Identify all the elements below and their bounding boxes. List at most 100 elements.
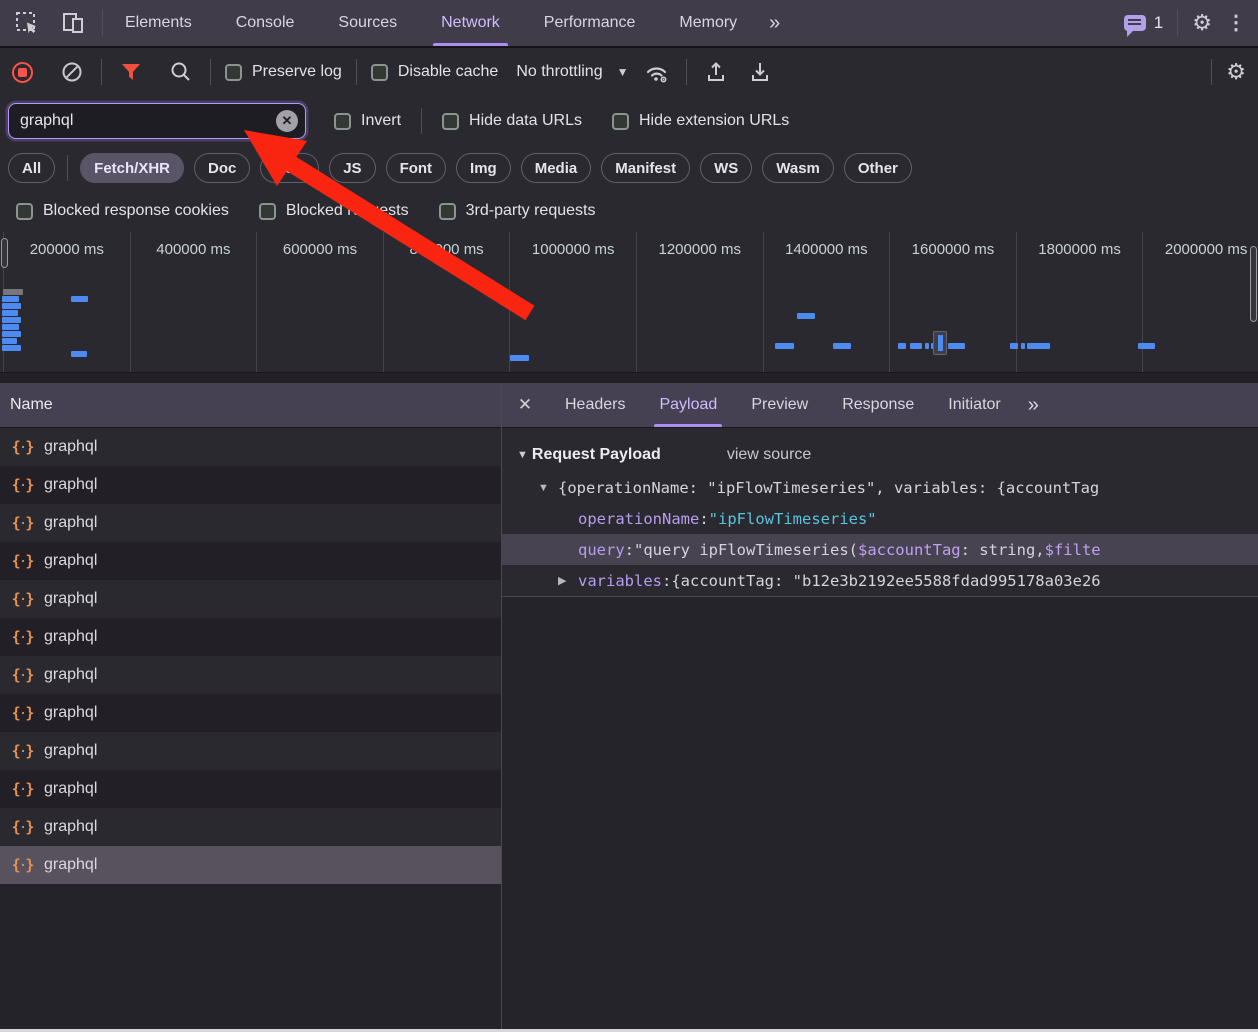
- payload-row[interactable]: ▶variables: {accountTag: "b12e3b2192ee55…: [502, 565, 1258, 596]
- table-row[interactable]: {·}graphql: [0, 846, 501, 884]
- checkbox-label: Hide extension URLs: [639, 112, 789, 130]
- close-icon[interactable]: ✕: [502, 383, 548, 427]
- divider: [421, 108, 422, 134]
- clear-filter-icon[interactable]: ✕: [276, 110, 298, 132]
- more-options-icon[interactable]: ⋮: [1226, 13, 1246, 33]
- devtools-tab-bar: ElementsConsoleSourcesNetworkPerformance…: [0, 0, 1258, 48]
- checkbox[interactable]: [439, 203, 456, 220]
- checkbox[interactable]: [442, 113, 459, 130]
- table-row[interactable]: {·}graphql: [0, 618, 501, 656]
- checkbox[interactable]: [16, 203, 33, 220]
- tab-performance[interactable]: Performance: [522, 0, 658, 46]
- filter-chip-manifest[interactable]: Manifest: [601, 153, 690, 183]
- tab-elements[interactable]: Elements: [103, 0, 214, 46]
- chevron-down-icon: ▼: [617, 65, 629, 79]
- settings-gear-icon[interactable]: ⚙: [1192, 12, 1212, 34]
- disclosure-down-icon[interactable]: ▼: [517, 449, 528, 461]
- tab-initiator[interactable]: Initiator: [931, 383, 1017, 427]
- hide-data-urls-toggle[interactable]: Hide data URLs: [442, 112, 582, 130]
- disclosure-icon[interactable]: ▶: [558, 574, 578, 587]
- disclosure-icon[interactable]: ▼: [538, 482, 558, 494]
- payload-text: operationName: [578, 510, 699, 528]
- more-tabs-icon[interactable]: »: [759, 0, 788, 46]
- overview-bottom-strip: [0, 372, 1258, 383]
- invert-toggle[interactable]: Invert: [334, 112, 401, 130]
- tab-response[interactable]: Response: [825, 383, 931, 427]
- payload-text: : string,: [961, 541, 1045, 559]
- overview-right-handle[interactable]: [1250, 246, 1257, 322]
- toolbar-right-group: 1 ⚙ ⋮: [1124, 0, 1258, 46]
- filter-input[interactable]: [8, 103, 306, 139]
- throttling-dropdown[interactable]: No throttling ▼: [516, 63, 628, 81]
- payload-title: Request Payload: [532, 446, 661, 464]
- checkbox[interactable]: [259, 203, 276, 220]
- payload-text: $filte: [1045, 541, 1101, 559]
- table-row[interactable]: {·}graphql: [0, 808, 501, 846]
- tab-payload[interactable]: Payload: [642, 383, 734, 427]
- table-row[interactable]: {·}graphql: [0, 542, 501, 580]
- network-settings-gear-icon[interactable]: ⚙: [1226, 61, 1246, 83]
- search-icon[interactable]: [166, 57, 196, 87]
- record-network-log-icon[interactable]: [12, 62, 33, 83]
- name-column-header[interactable]: Name: [0, 383, 501, 428]
- network-conditions-icon[interactable]: [642, 57, 672, 87]
- payload-row[interactable]: query: "query ipFlowTimeseries($accountT…: [502, 534, 1258, 565]
- payload-text: $accountTag: [858, 541, 961, 559]
- device-toolbar-icon[interactable]: [58, 8, 88, 38]
- preserve-log-toggle[interactable]: Preserve log: [225, 63, 342, 81]
- table-row[interactable]: {·}graphql: [0, 428, 501, 466]
- table-row[interactable]: {·}graphql: [0, 504, 501, 542]
- payload-row[interactable]: ▼{operationName: "ipFlowTimeseries", var…: [502, 472, 1258, 503]
- filter-chip-ws[interactable]: WS: [700, 153, 752, 183]
- network-overview-timeline[interactable]: 200000 ms400000 ms600000 ms800000 ms1000…: [0, 232, 1258, 372]
- view-source-link[interactable]: view source: [727, 446, 811, 464]
- filter-chip-js[interactable]: JS: [329, 153, 375, 183]
- divider: [210, 59, 211, 85]
- table-row[interactable]: {·}graphql: [0, 580, 501, 618]
- toggle-3rd-party-requests[interactable]: 3rd-party requests: [439, 202, 596, 220]
- toggle-blocked-response-cookies[interactable]: Blocked response cookies: [16, 202, 229, 220]
- checkbox[interactable]: [612, 113, 629, 130]
- filter-chip-doc[interactable]: Doc: [194, 153, 250, 183]
- filter-chip-all[interactable]: All: [8, 153, 55, 183]
- filter-chip-wasm[interactable]: Wasm: [762, 153, 834, 183]
- disable-cache-toggle[interactable]: Disable cache: [371, 63, 499, 81]
- issues-message-icon[interactable]: [1124, 15, 1146, 31]
- table-row[interactable]: {·}graphql: [0, 656, 501, 694]
- filter-chip-css[interactable]: CSS: [260, 153, 319, 183]
- filter-chip-img[interactable]: Img: [456, 153, 511, 183]
- request-payload-header[interactable]: ▼ Request Payload view source: [502, 438, 1258, 472]
- checkbox[interactable]: [334, 113, 351, 130]
- filter-chip-media[interactable]: Media: [521, 153, 592, 183]
- table-row[interactable]: {·}graphql: [0, 770, 501, 808]
- tab-sources[interactable]: Sources: [316, 0, 419, 46]
- filter-chip-fetch-xhr[interactable]: Fetch/XHR: [80, 153, 184, 183]
- filter-chip-font[interactable]: Font: [386, 153, 446, 183]
- tab-console[interactable]: Console: [214, 0, 317, 46]
- checkbox-label: Invert: [361, 112, 401, 130]
- import-har-icon[interactable]: [701, 57, 731, 87]
- table-row[interactable]: {·}graphql: [0, 694, 501, 732]
- payload-row[interactable]: operationName: "ipFlowTimeseries": [502, 503, 1258, 534]
- filter-chip-other[interactable]: Other: [844, 153, 912, 183]
- hide-extension-urls-toggle[interactable]: Hide extension URLs: [612, 112, 789, 130]
- export-har-icon[interactable]: [745, 57, 775, 87]
- tab-headers[interactable]: Headers: [548, 383, 642, 427]
- toggle-blocked-requests[interactable]: Blocked requests: [259, 202, 409, 220]
- filter-funnel-icon[interactable]: [116, 57, 146, 87]
- overview-left-handle[interactable]: [1, 238, 8, 268]
- request-name: graphql: [44, 590, 97, 608]
- table-row[interactable]: {·}graphql: [0, 466, 501, 504]
- tab-memory[interactable]: Memory: [657, 0, 759, 46]
- table-row[interactable]: {·}graphql: [0, 732, 501, 770]
- tab-preview[interactable]: Preview: [734, 383, 825, 427]
- divider: [67, 155, 68, 181]
- request-name: graphql: [44, 818, 97, 836]
- clear-network-log-icon[interactable]: [57, 57, 87, 87]
- tab-network[interactable]: Network: [419, 0, 522, 46]
- checkbox[interactable]: [371, 64, 388, 81]
- more-detail-tabs-icon[interactable]: »: [1018, 383, 1047, 427]
- inspect-element-icon[interactable]: [12, 8, 42, 38]
- request-bar: [2, 345, 21, 351]
- checkbox[interactable]: [225, 64, 242, 81]
